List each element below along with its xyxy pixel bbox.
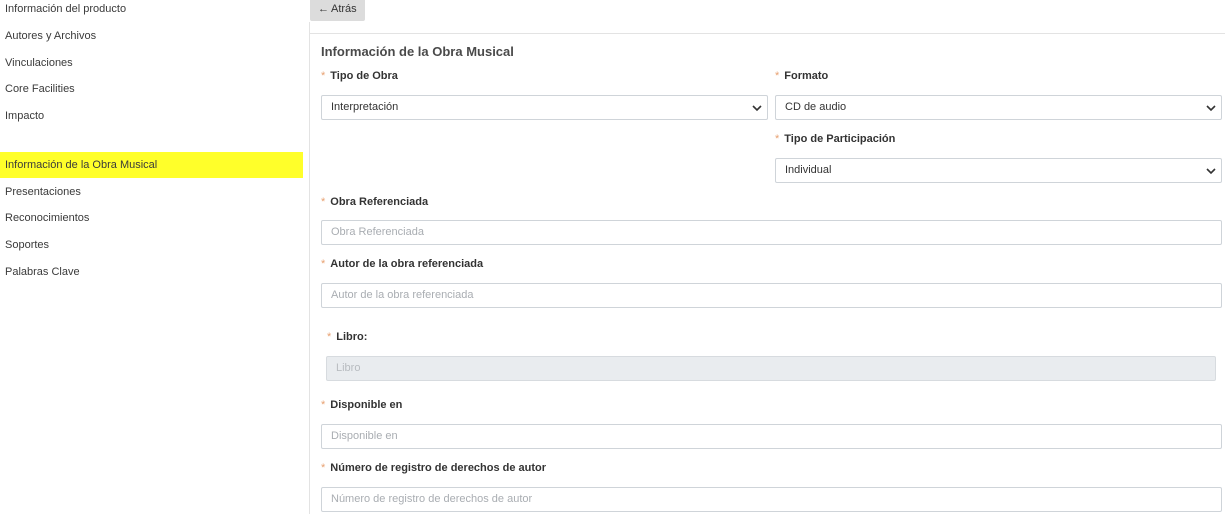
formato-value: CD de audio — [785, 101, 847, 113]
required-mark: * — [321, 196, 326, 208]
sidebar-item-soportes[interactable]: Soportes — [0, 236, 303, 263]
disponible-en-input[interactable]: Disponible en — [321, 424, 1222, 449]
sidebar: Información del producto Autores y Archi… — [0, 0, 304, 514]
arrow-left-icon: ← — [318, 3, 329, 15]
chevron-down-icon — [1205, 165, 1217, 177]
numero-registro-input[interactable]: Número de registro de derechos de autor — [321, 487, 1222, 512]
tipo-obra-select[interactable]: Interpretación — [321, 95, 768, 120]
required-mark: * — [321, 462, 326, 474]
numero-registro-label: * Número de registro de derechos de autor — [321, 462, 546, 474]
back-button[interactable]: ← Atrás — [310, 0, 365, 21]
libro-label-text: Libro: — [336, 331, 368, 343]
disponible-en-label: * Disponible en — [321, 399, 402, 411]
page-title: Información de la Obra Musical — [321, 44, 514, 59]
formato-label-text: Formato — [784, 70, 829, 82]
obra-referenciada-input[interactable]: Obra Referenciada — [321, 220, 1222, 245]
required-mark: * — [327, 331, 332, 343]
formato-label: * Formato — [775, 70, 828, 82]
sidebar-item-palabras-clave[interactable]: Palabras Clave — [0, 263, 303, 290]
tipo-participacion-value: Individual — [785, 164, 832, 176]
chevron-down-icon — [751, 102, 763, 114]
sidebar-item-autores-archivos[interactable]: Autores y Archivos — [0, 27, 303, 54]
sidebar-item-obra-musical[interactable]: Información de la Obra Musical — [0, 152, 303, 178]
sidebar-item-vinculaciones[interactable]: Vinculaciones — [0, 54, 303, 81]
sidebar-item-reconocimientos[interactable]: Reconocimientos — [0, 209, 303, 236]
tipo-participacion-label: * Tipo de Participación — [775, 133, 895, 145]
tipo-obra-label-text: Tipo de Obra — [330, 70, 398, 82]
autor-obra-input[interactable]: Autor de la obra referenciada — [321, 283, 1222, 308]
tipo-participacion-label-text: Tipo de Participación — [784, 133, 896, 145]
obra-referenciada-label-text: Obra Referenciada — [330, 196, 429, 208]
formato-select[interactable]: CD de audio — [775, 95, 1222, 120]
sidebar-item-impacto[interactable]: Impacto — [0, 107, 303, 134]
obra-referenciada-label: * Obra Referenciada — [321, 196, 428, 208]
autor-obra-label: * Autor de la obra referenciada — [321, 258, 483, 270]
tipo-obra-value: Interpretación — [331, 101, 399, 113]
required-mark: * — [321, 258, 326, 270]
required-mark: * — [775, 70, 780, 82]
autor-obra-label-text: Autor de la obra referenciada — [330, 258, 484, 270]
libro-input: Libro — [326, 356, 1216, 381]
required-mark: * — [775, 133, 780, 145]
numero-registro-label-text: Número de registro de derechos de autor — [330, 462, 547, 474]
sidebar-item-core-facilities[interactable]: Core Facilities — [0, 80, 303, 107]
required-mark: * — [321, 70, 326, 82]
sidebar-item-informacion-producto[interactable]: Información del producto — [0, 0, 303, 27]
tipo-participacion-select[interactable]: Individual — [775, 158, 1222, 183]
tipo-obra-label: * Tipo de Obra — [321, 70, 398, 82]
back-button-label: Atrás — [331, 3, 357, 15]
libro-label: * Libro: — [327, 331, 367, 343]
required-mark: * — [321, 399, 326, 411]
chevron-down-icon — [1205, 102, 1217, 114]
disponible-en-label-text: Disponible en — [330, 399, 403, 411]
sidebar-item-presentaciones[interactable]: Presentaciones — [0, 183, 303, 210]
